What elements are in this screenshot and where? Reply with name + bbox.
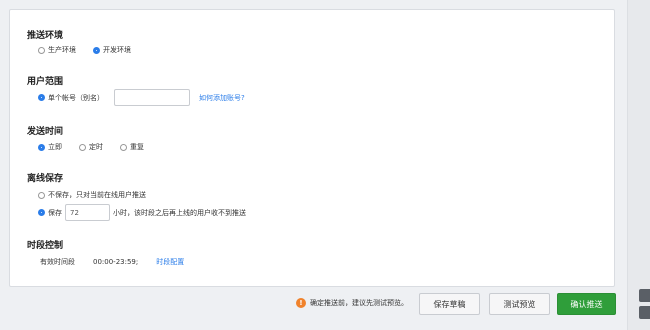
- side-chat-icon[interactable]: [639, 306, 650, 319]
- offline-hours-input[interactable]: [65, 204, 110, 221]
- radio-label: 生产环境: [48, 46, 76, 54]
- send-time-options: 立即 定时 重复: [38, 142, 144, 152]
- footer-warning: ! 确定推送前，建议先测试预览。: [296, 298, 408, 308]
- radio-label: 保存: [48, 208, 62, 217]
- period-row: 有效时间段 00:00-23:59; 时段配置: [40, 257, 184, 267]
- offline-hours-hint: 小时，该时段之后再上线的用户收不到推送: [113, 208, 246, 217]
- radio-checked-icon: [93, 46, 100, 54]
- warning-icon: !: [296, 298, 306, 308]
- radio-checked-icon: [38, 94, 45, 101]
- offline-no-save-row: 不保存，只对当前在线用户推送: [38, 190, 146, 200]
- radio-send-now[interactable]: 立即: [38, 142, 62, 152]
- env-options: 生产环境 开发环境: [38, 45, 131, 55]
- radio-label: 单个帐号（别名）: [48, 93, 104, 102]
- radio-label: 重复: [130, 143, 144, 151]
- side-user-icon[interactable]: [639, 289, 650, 302]
- radio-label: 立即: [48, 143, 62, 151]
- radio-unchecked-icon: [79, 143, 86, 151]
- radio-development-env[interactable]: 开发环境: [93, 45, 131, 55]
- save-draft-button[interactable]: 保存草稿: [419, 293, 480, 315]
- radio-single-account[interactable]: 单个帐号（别名）: [38, 93, 104, 103]
- add-account-help-link[interactable]: 如何添加账号?: [199, 93, 245, 103]
- account-alias-input[interactable]: [114, 89, 190, 106]
- period-value: 00:00-23:59;: [93, 258, 139, 266]
- radio-scheduled[interactable]: 定时: [79, 142, 103, 152]
- user-scope-row: 单个帐号（别名） 如何添加账号?: [38, 89, 245, 106]
- radio-no-save[interactable]: 不保存，只对当前在线用户推送: [38, 190, 146, 200]
- radio-label: 开发环境: [103, 46, 131, 54]
- test-preview-button[interactable]: 测试预览: [489, 293, 550, 315]
- radio-label: 定时: [89, 143, 103, 151]
- radio-unchecked-icon: [38, 191, 45, 199]
- warning-text: 确定推送前，建议先测试预览。: [310, 299, 408, 307]
- radio-checked-icon: [38, 143, 45, 151]
- section-title-users: 用户范围: [27, 77, 64, 87]
- offline-save-row: 保存 小时，该时段之后再上线的用户收不到推送: [38, 204, 246, 221]
- radio-unchecked-icon: [120, 143, 127, 151]
- radio-checked-icon: [38, 209, 45, 216]
- period-config-link[interactable]: 时段配置: [156, 257, 184, 267]
- section-title-period: 时段控制: [27, 241, 64, 251]
- section-title-env: 推送环境: [27, 31, 64, 41]
- radio-label: 不保存，只对当前在线用户推送: [48, 191, 146, 199]
- section-title-offline: 离线保存: [27, 174, 64, 184]
- section-title-time: 发送时间: [27, 127, 64, 137]
- confirm-push-button[interactable]: 确认推送: [557, 293, 616, 315]
- radio-repeat[interactable]: 重复: [120, 142, 144, 152]
- radio-production-env[interactable]: 生产环境: [38, 45, 76, 55]
- radio-unchecked-icon: [38, 46, 45, 54]
- right-side-strip: [627, 0, 650, 330]
- period-label: 有效时间段: [40, 258, 75, 266]
- radio-save[interactable]: 保存: [38, 208, 62, 218]
